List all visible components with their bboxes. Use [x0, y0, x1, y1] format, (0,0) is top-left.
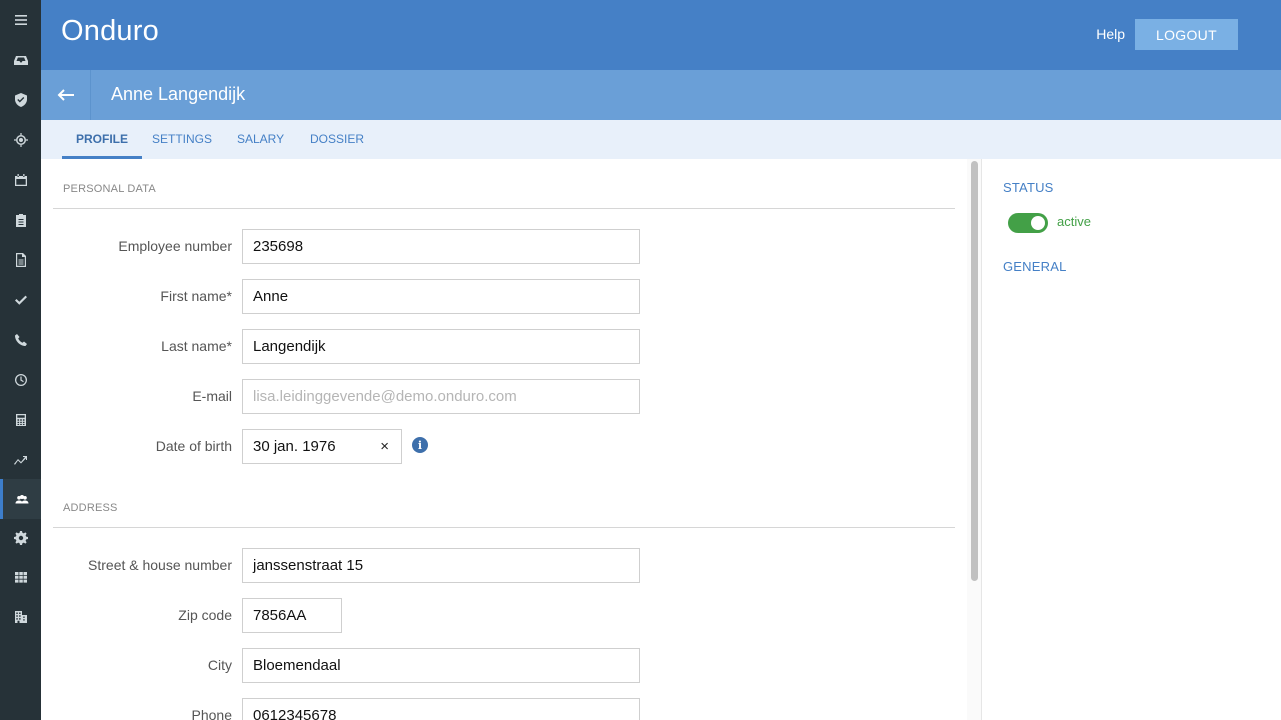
last-name-label: Last name* — [161, 338, 232, 354]
zip-code-input[interactable]: 7856AA — [242, 598, 342, 633]
clear-date-icon[interactable]: × — [380, 438, 389, 455]
status-panel: STATUS active GENERAL — [983, 159, 1281, 720]
phone-icon[interactable] — [0, 320, 41, 360]
phone-input[interactable]: 0612345678 — [242, 698, 640, 720]
info-icon[interactable]: i — [412, 437, 428, 453]
arrow-left-icon — [57, 89, 74, 101]
city-input[interactable]: Bloemendaal — [242, 648, 640, 683]
clock-icon[interactable] — [0, 360, 41, 400]
section-divider — [53, 527, 955, 528]
city-label: City — [207, 657, 232, 673]
status-toggle[interactable] — [1008, 213, 1048, 233]
first-name-input[interactable]: Anne — [242, 279, 640, 314]
email-input[interactable]: lisa.leidinggevende@demo.onduro.com — [242, 379, 640, 414]
employee-number-input[interactable]: 235698 — [242, 229, 640, 264]
app-title: Onduro — [61, 15, 159, 47]
trend-icon[interactable] — [0, 440, 41, 480]
street-input[interactable]: janssenstraat 15 — [242, 548, 640, 583]
last-name-input[interactable]: Langendijk — [242, 329, 640, 364]
target-icon[interactable] — [0, 120, 41, 160]
date-of-birth-label: Date of birth — [155, 438, 232, 454]
address-heading: ADDRESS — [63, 502, 118, 514]
zip-code-label: Zip code — [178, 607, 232, 623]
document-icon[interactable] — [0, 240, 41, 280]
logout-button[interactable]: LOGOUT — [1135, 19, 1238, 50]
toggle-knob — [1031, 216, 1045, 230]
app-header: Onduro Help LOGOUT — [41, 0, 1281, 70]
tab-profile[interactable]: PROFILE — [62, 120, 143, 159]
section-divider — [53, 208, 955, 209]
checkmark-icon[interactable] — [0, 280, 41, 320]
building-icon[interactable] — [0, 597, 41, 637]
employee-header: Anne Langendijk — [41, 70, 1281, 120]
scrollbar[interactable] — [967, 159, 982, 720]
street-label: Street & house number — [88, 557, 232, 573]
email-label: E-mail — [192, 388, 232, 404]
phone-label: Phone — [191, 707, 232, 720]
tab-salary[interactable]: SALARY — [237, 120, 284, 159]
date-of-birth-input[interactable]: 30 jan. 1976 × — [242, 429, 402, 464]
personal-data-heading: PERSONAL DATA — [63, 183, 156, 195]
tab-dossier[interactable]: DOSSIER — [310, 120, 364, 159]
back-button[interactable] — [41, 70, 91, 120]
calculator-icon[interactable] — [0, 400, 41, 440]
tab-bar: PROFILE SETTINGS SALARY DOSSIER — [41, 120, 1281, 159]
employee-name: Anne Langendijk — [111, 84, 246, 104]
scrollbar-thumb[interactable] — [971, 161, 978, 581]
status-heading: STATUS — [1003, 180, 1054, 195]
gear-icon[interactable] — [0, 518, 41, 558]
menu-icon[interactable] — [0, 0, 41, 40]
people-icon[interactable] — [0, 479, 41, 519]
status-label: active — [1057, 214, 1091, 229]
first-name-label: First name* — [160, 288, 232, 304]
employee-number-label: Employee number — [118, 238, 232, 254]
date-of-birth-value: 30 jan. 1976 — [253, 438, 336, 455]
clipboard-icon[interactable] — [0, 200, 41, 240]
calendar-icon[interactable] — [0, 160, 41, 200]
icon-sidebar — [0, 0, 41, 720]
badge-check-icon[interactable] — [0, 80, 41, 120]
general-heading[interactable]: GENERAL — [1003, 259, 1067, 274]
inbox-icon[interactable] — [0, 40, 41, 80]
grid-icon[interactable] — [0, 557, 41, 597]
tab-settings[interactable]: SETTINGS — [152, 120, 212, 159]
help-link[interactable]: Help — [1096, 26, 1125, 42]
profile-form: PERSONAL DATA Employee number 235698 Fir… — [41, 159, 967, 720]
